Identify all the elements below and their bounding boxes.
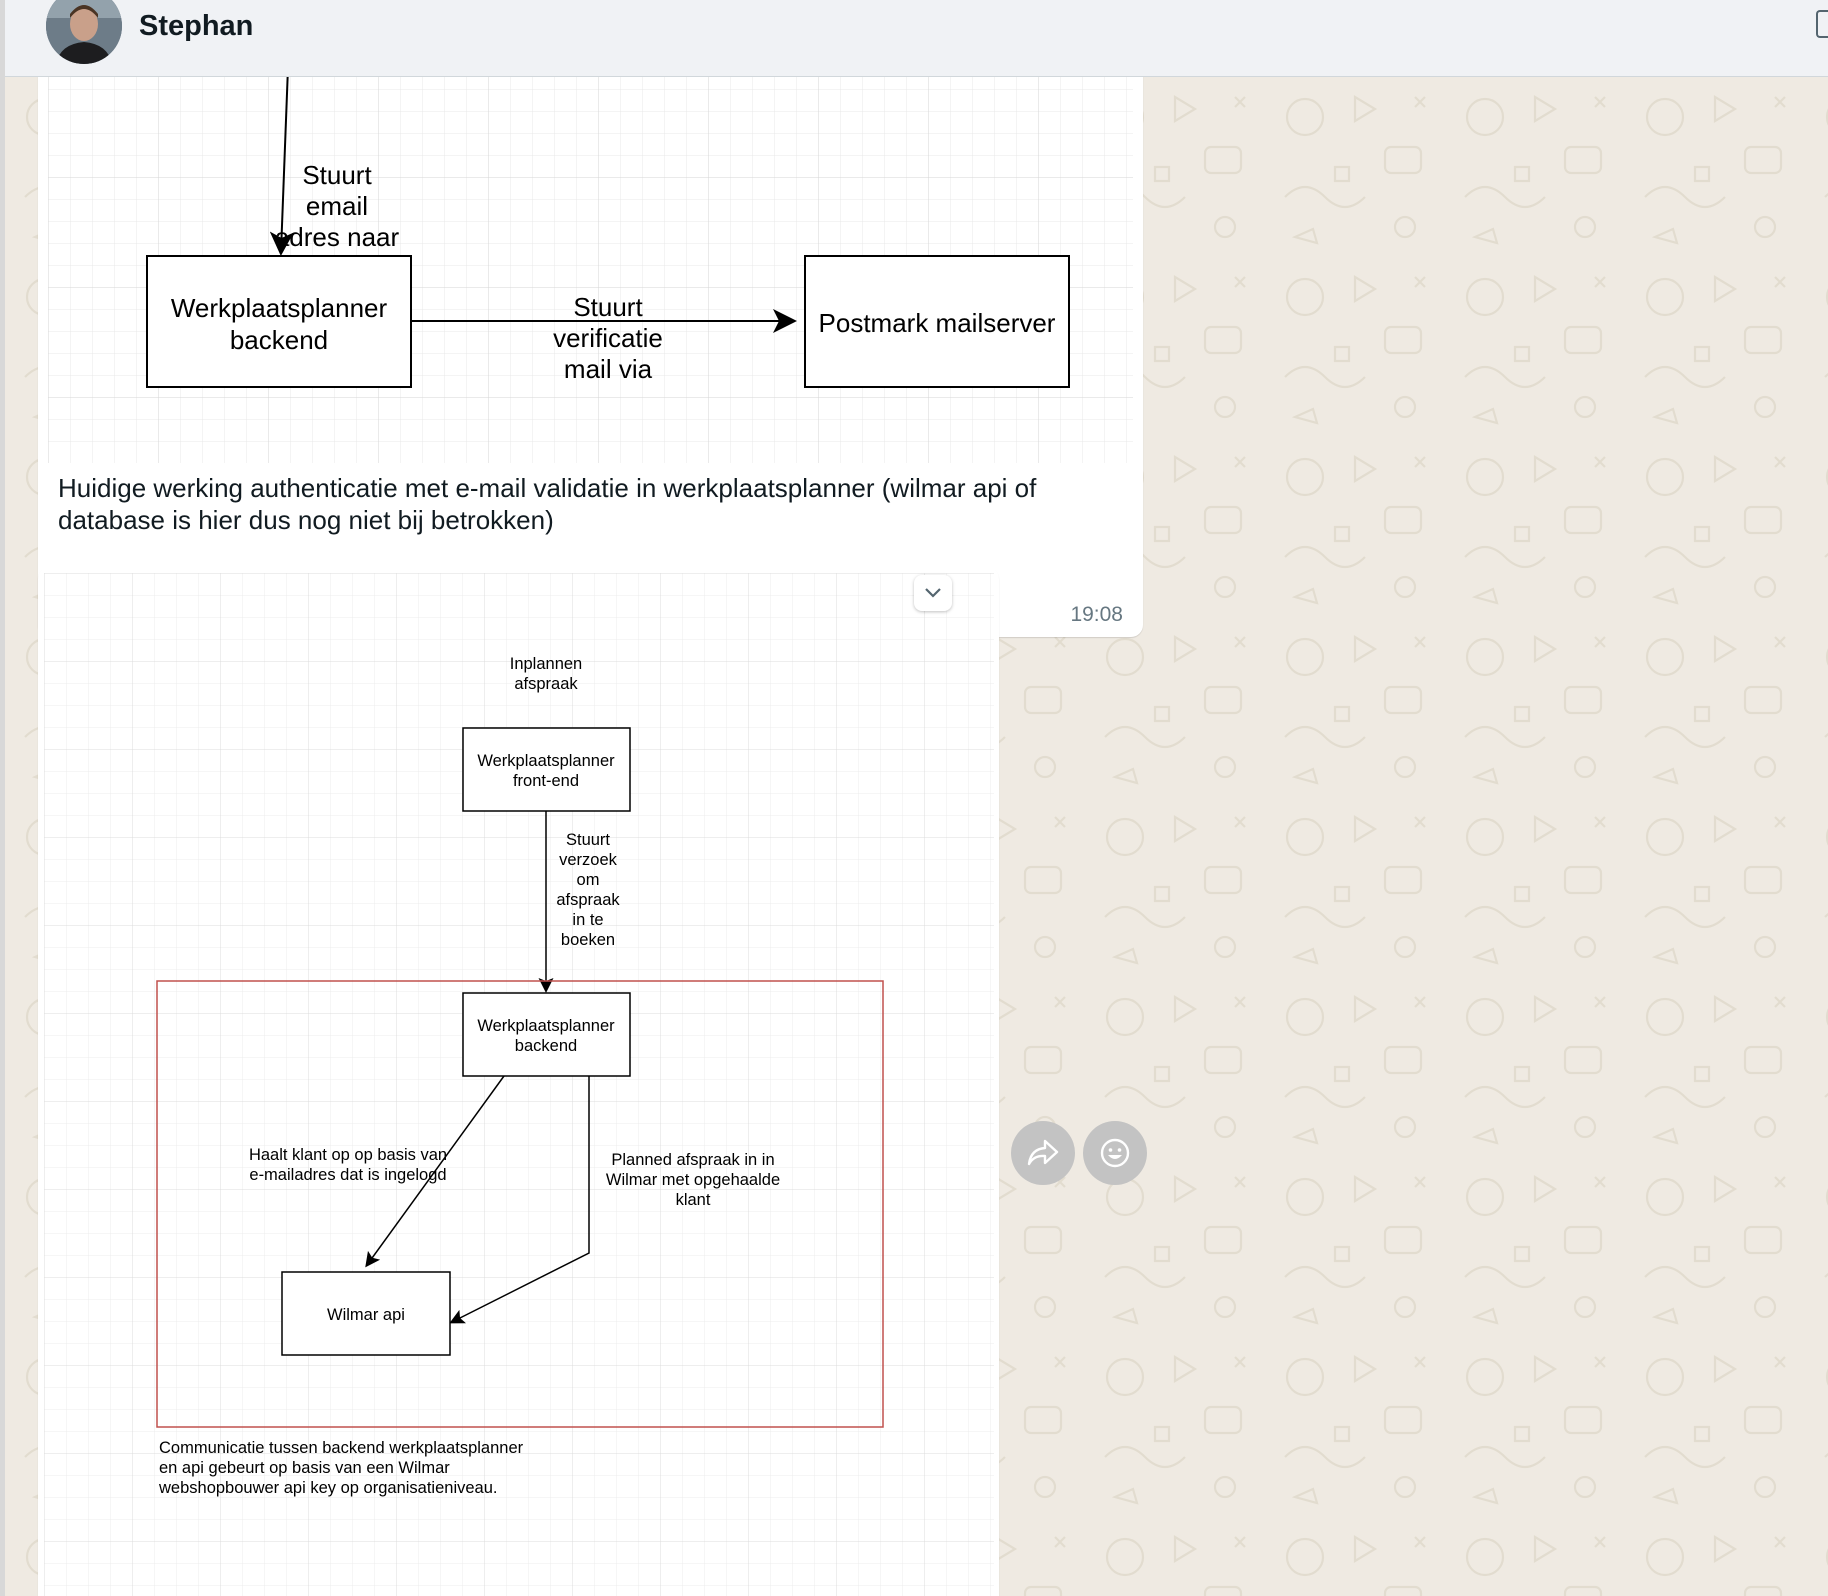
forward-icon [1027,1139,1059,1166]
edge-label-fetch-1: Haalt klant op op basis van [249,1146,447,1164]
message-bubble-1[interactable]: Stuurt email adres naar Werkplaatsplanne… [38,77,1143,637]
edge-label-verify-1: Stuurt [573,292,643,322]
message-caption: Huidige werking authenticatie met e-mail… [58,473,1037,535]
chat-header[interactable]: Stephan [5,0,1828,77]
edge-label-top-3: adres naar [275,222,400,252]
edge-label-request-2: verzoek [559,851,618,869]
footnote-line-3: webshopbouwer api key op organisatienive… [158,1479,497,1497]
diagram-image-1[interactable]: Stuurt email adres naar Werkplaatsplanne… [48,77,1133,463]
footnote-line-1: Communicatie tussen backend werkplaatspl… [159,1439,524,1457]
message-menu-button[interactable] [914,575,952,611]
node-frontend-line-1: Werkplaatsplanner [477,752,615,770]
react-emoji-button[interactable] [1083,1121,1147,1185]
edge-label-plan-1: Planned afspraak in in [611,1151,774,1169]
diagram-image-2[interactable]: Inplannen afspraak Werkplaatsplanner fro… [44,573,994,1596]
node-backend-line-1: Werkplaatsplanner [171,293,388,323]
node-backend-line-2: backend [230,325,328,355]
node-mailserver-label: Postmark mailserver [819,308,1056,338]
edge-label-request-5: in te [572,911,603,929]
chevron-down-icon [925,588,941,598]
edge-label-fetch-2: e-mailadres dat is ingelogd [249,1166,446,1184]
edge-label-verify-3: mail via [564,354,653,384]
edge-label-request-6: boeken [561,931,615,949]
edge-label-request-1: Stuurt [566,831,610,849]
edge-label-plan-3: klant [676,1191,711,1209]
emoji-icon [1100,1138,1130,1168]
edge-label-request-4: afspraak [556,891,620,909]
node-backend-2-line-1: Werkplaatsplanner [477,1017,615,1035]
avatar[interactable] [46,0,122,64]
edge-label-top-1: Stuurt [302,160,372,190]
start-label-2: afspraak [514,675,578,693]
edge-label-verify-2: verificatie [553,323,663,353]
start-label-1: Inplannen [510,655,583,673]
message-bubble-2[interactable]: Inplannen afspraak Werkplaatsplanner fro… [38,567,999,1596]
search-icon[interactable] [1816,10,1828,38]
chat-area[interactable]: Stuurt email adres naar Werkplaatsplanne… [5,77,1828,1596]
forward-button[interactable] [1011,1121,1075,1185]
contact-name[interactable]: Stephan [139,10,253,43]
node-backend-2-line-2: backend [515,1037,577,1055]
message-time: 19:08 [1070,603,1123,626]
edge-label-plan-2: Wilmar met opgehaalde [606,1171,780,1189]
edge-label-top-2: email [306,191,368,221]
footnote-line-2: en api gebeurt op basis van een Wilmar [159,1459,450,1477]
node-frontend-line-2: front-end [513,772,579,790]
edge-label-request-3: om [577,871,600,889]
node-wilmar-label: Wilmar api [327,1306,405,1324]
whatsapp-chat-window: Stephan Stuurt email adres naar Werkplaa… [0,0,1828,1596]
